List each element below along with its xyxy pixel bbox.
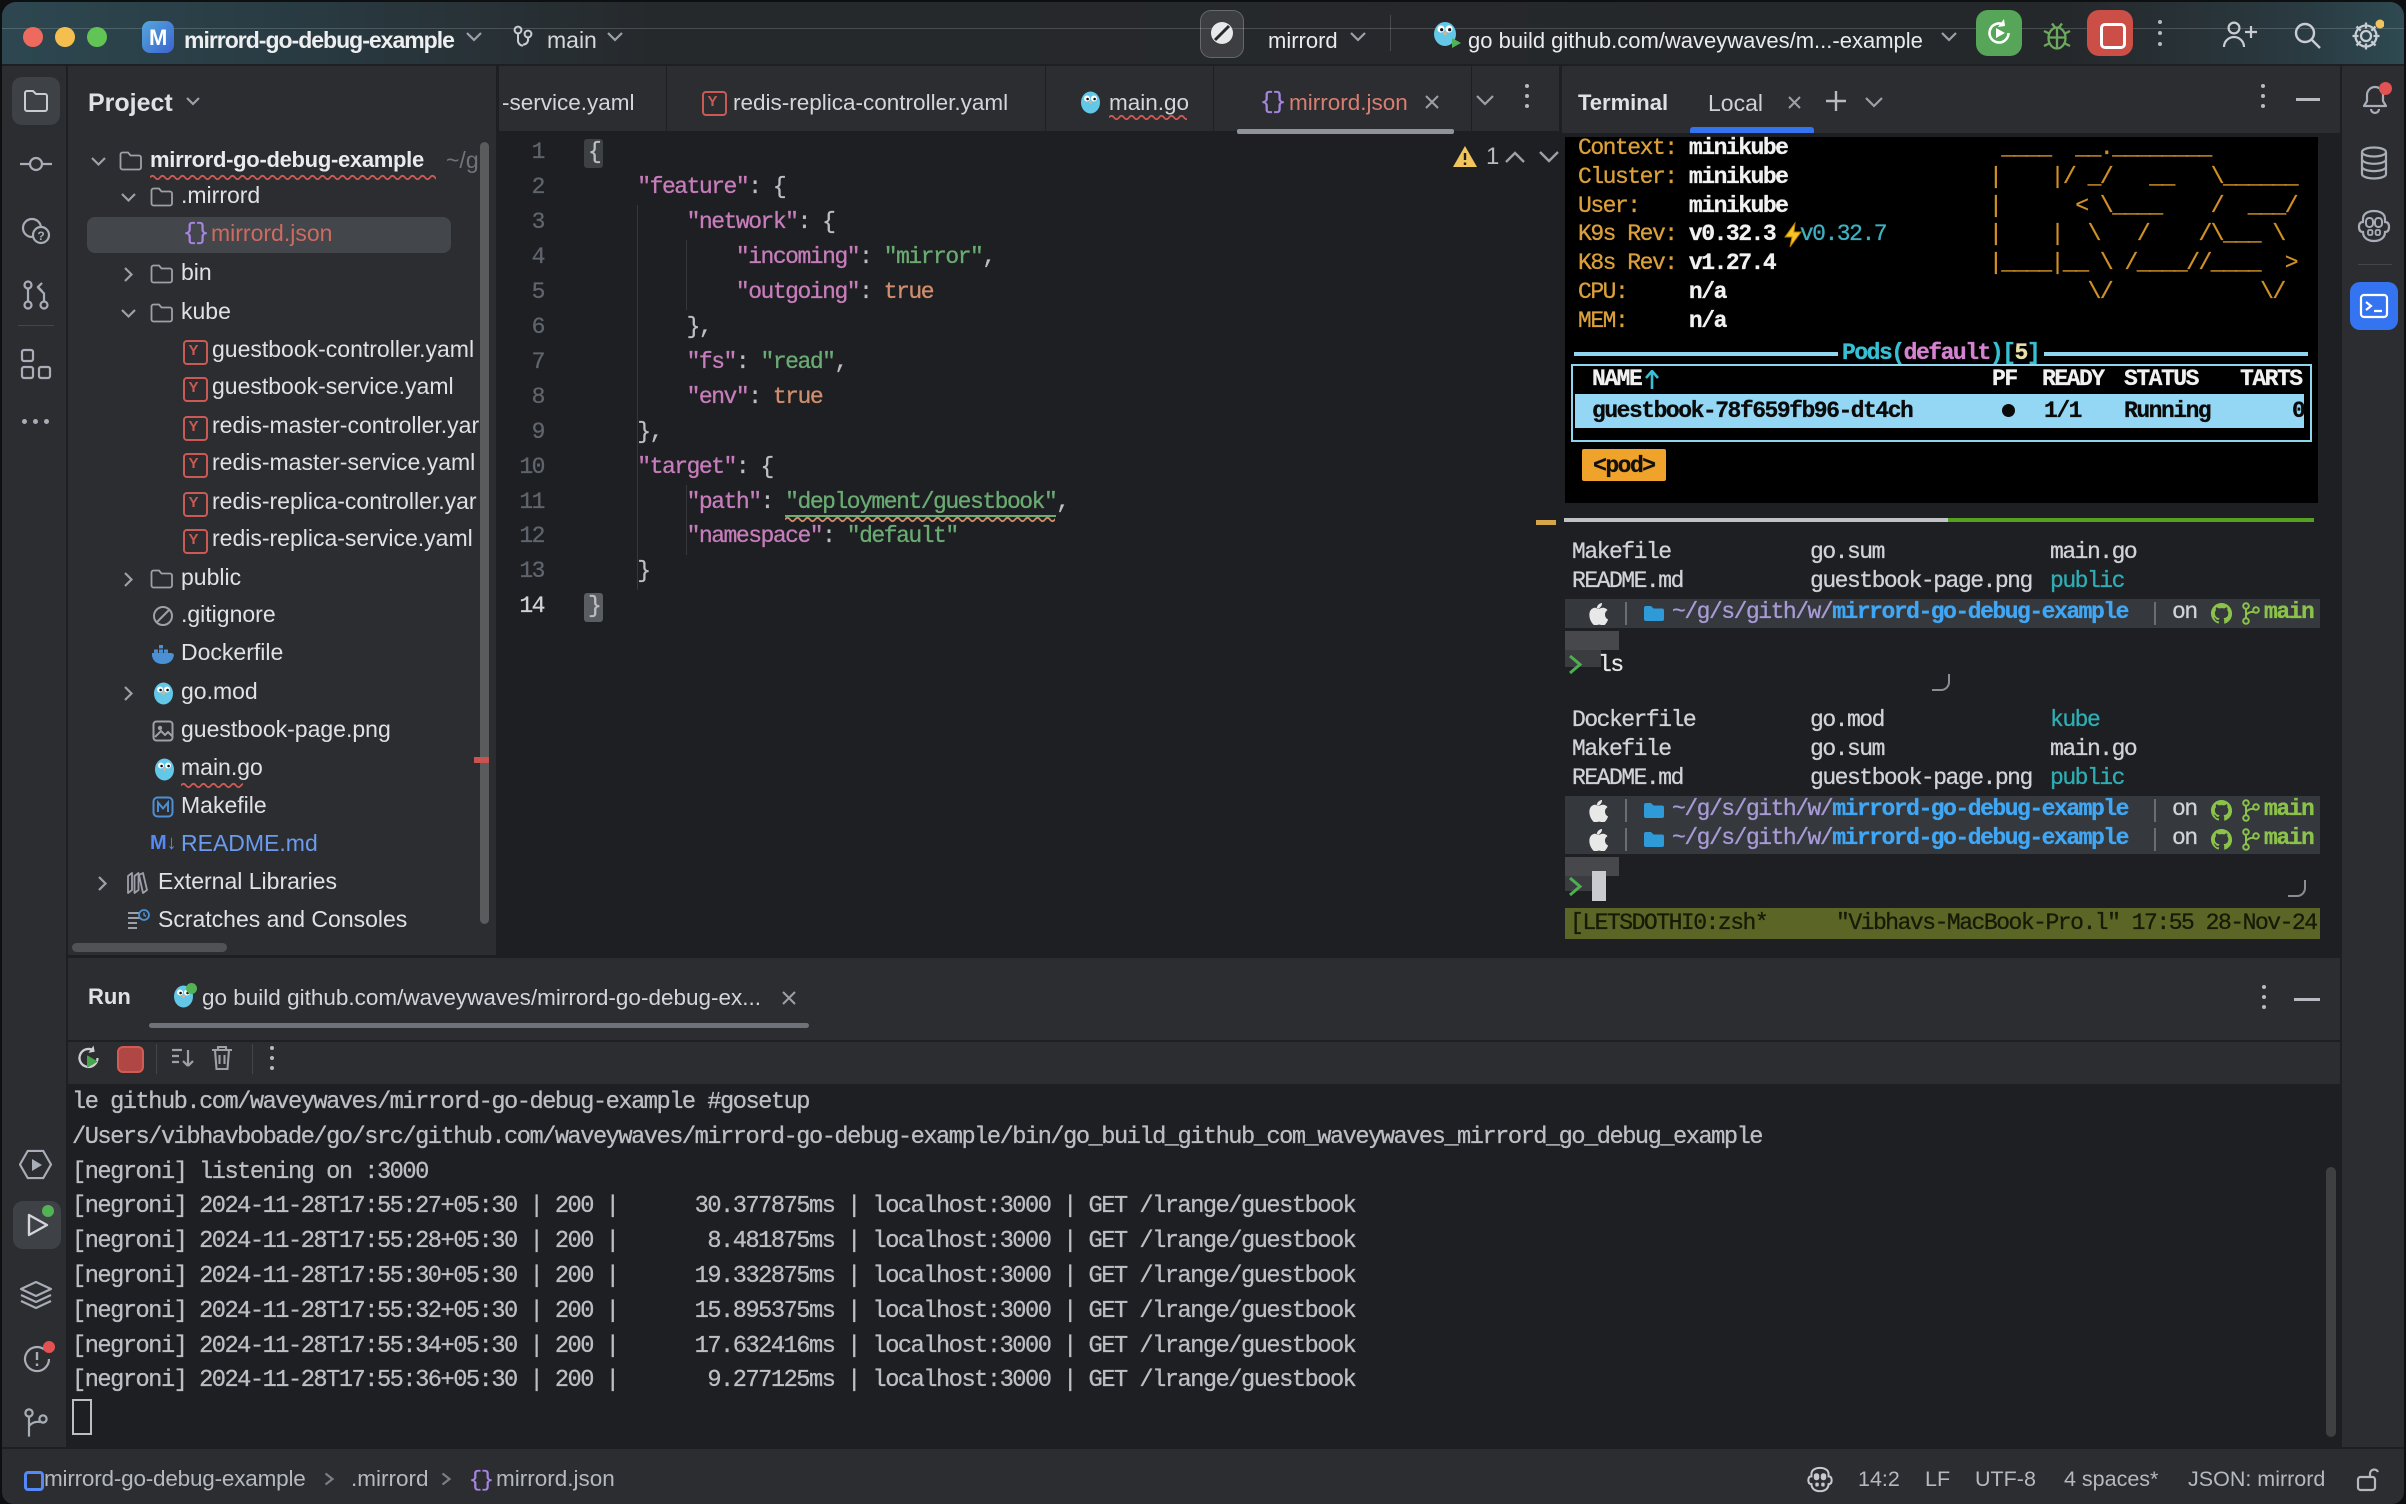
svg-text:?: ? — [37, 229, 44, 243]
